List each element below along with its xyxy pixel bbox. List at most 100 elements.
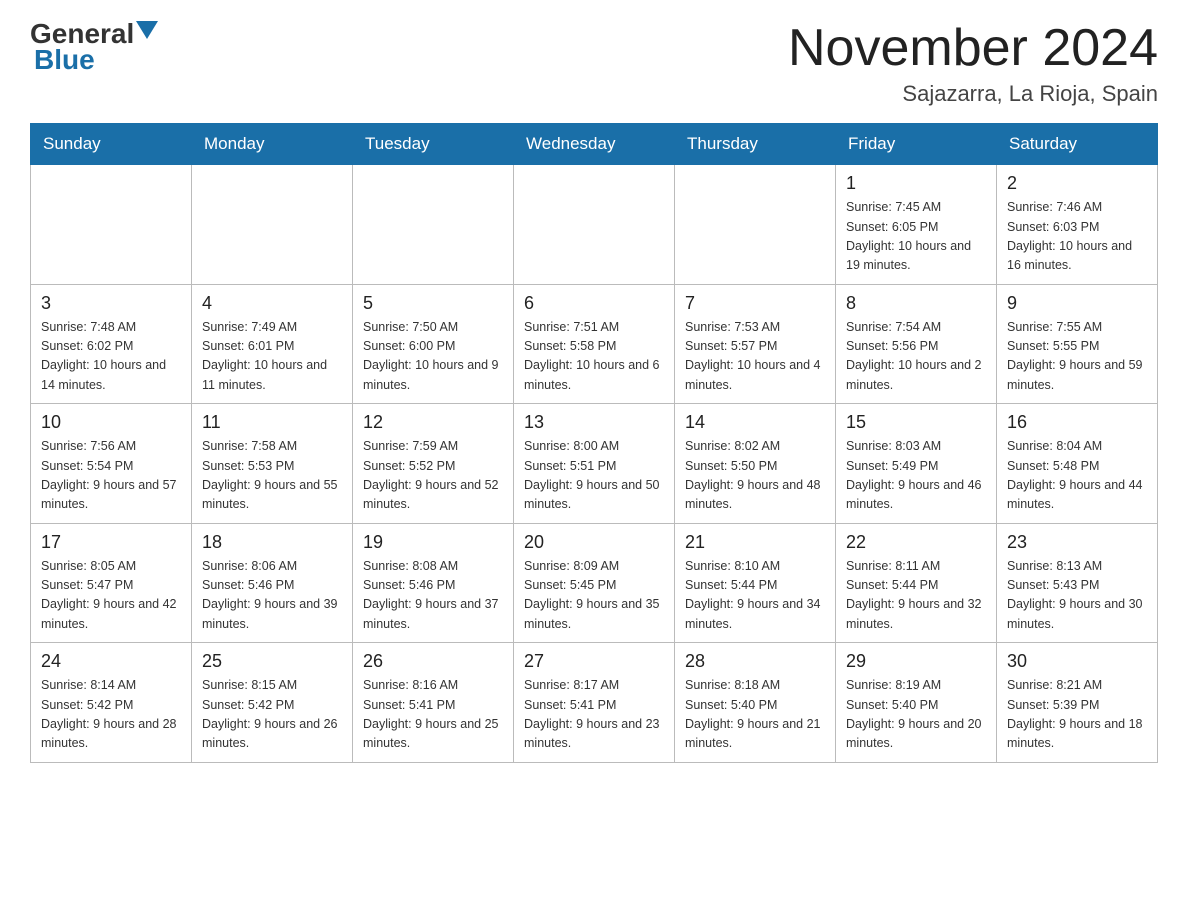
day-number: 25 xyxy=(202,651,342,672)
week-row-5: 24Sunrise: 8:14 AM Sunset: 5:42 PM Dayli… xyxy=(31,643,1158,763)
day-info: Sunrise: 8:15 AM Sunset: 5:42 PM Dayligh… xyxy=(202,676,342,754)
title-section: November 2024 Sajazarra, La Rioja, Spain xyxy=(788,20,1158,107)
day-number: 1 xyxy=(846,173,986,194)
day-number: 2 xyxy=(1007,173,1147,194)
day-info: Sunrise: 8:16 AM Sunset: 5:41 PM Dayligh… xyxy=(363,676,503,754)
day-info: Sunrise: 8:11 AM Sunset: 5:44 PM Dayligh… xyxy=(846,557,986,635)
week-row-4: 17 Sunrise: 8:05 AM Sunset: 5:47 PM Dayli… xyxy=(31,523,1158,643)
calendar-cell: 25 Sunrise: 8:15 AM Sunset: 5:42 PM Dayli… xyxy=(192,643,353,763)
day-info: Sunrise: 8:04 AM Sunset: 5:48 PM Dayligh… xyxy=(1007,437,1147,515)
calendar-cell: 2 Sunrise: 7:46 AM Sunset: 6:03 PM Daylig… xyxy=(997,165,1158,285)
calendar-table: Sunday Monday Tuesday Wednesday Thursday… xyxy=(30,123,1158,763)
calendar-cell xyxy=(514,165,675,285)
calendar-cell: 28 Sunrise: 8:18 AM Sunset: 5:40 PM Dayli… xyxy=(675,643,836,763)
day-number: 14 xyxy=(685,412,825,433)
day-number: 29 xyxy=(846,651,986,672)
day-info: Sunrise: 7:51 AM Sunset: 5:58 PM Dayligh… xyxy=(524,318,664,396)
calendar-cell: 20Sunrise: 8:09 AM Sunset: 5:45 PM Dayli… xyxy=(514,523,675,643)
col-monday: Monday xyxy=(192,124,353,165)
day-info: Sunrise: 7:49 AM Sunset: 6:01 PM Dayligh… xyxy=(202,318,342,396)
day-info: Sunrise: 8:10 AM Sunset: 5:44 PM Dayligh… xyxy=(685,557,825,635)
calendar-location: Sajazarra, La Rioja, Spain xyxy=(788,81,1158,107)
col-tuesday: Tuesday xyxy=(353,124,514,165)
col-wednesday: Wednesday xyxy=(514,124,675,165)
day-info: Sunrise: 8:05 AM Sunset: 5:47 PM Dayligh… xyxy=(41,557,181,635)
col-saturday: Saturday xyxy=(997,124,1158,165)
day-number: 16 xyxy=(1007,412,1147,433)
calendar-cell xyxy=(353,165,514,285)
day-number: 18 xyxy=(202,532,342,553)
day-info: Sunrise: 7:48 AM Sunset: 6:02 PM Dayligh… xyxy=(41,318,181,396)
logo: General Blue xyxy=(30,20,158,76)
day-info: Sunrise: 7:56 AM Sunset: 5:54 PM Dayligh… xyxy=(41,437,181,515)
day-number: 12 xyxy=(363,412,503,433)
calendar-cell: 30Sunrise: 8:21 AM Sunset: 5:39 PM Dayli… xyxy=(997,643,1158,763)
day-info: Sunrise: 8:18 AM Sunset: 5:40 PM Dayligh… xyxy=(685,676,825,754)
day-info: Sunrise: 8:14 AM Sunset: 5:42 PM Dayligh… xyxy=(41,676,181,754)
calendar-cell xyxy=(675,165,836,285)
calendar-cell: 1 Sunrise: 7:45 AM Sunset: 6:05 PM Daylig… xyxy=(836,165,997,285)
calendar-cell: 18 Sunrise: 8:06 AM Sunset: 5:46 PM Dayli… xyxy=(192,523,353,643)
calendar-cell: 13Sunrise: 8:00 AM Sunset: 5:51 PM Dayli… xyxy=(514,404,675,524)
day-number: 11 xyxy=(202,412,342,433)
day-number: 21 xyxy=(685,532,825,553)
day-number: 7 xyxy=(685,293,825,314)
day-info: Sunrise: 8:02 AM Sunset: 5:50 PM Dayligh… xyxy=(685,437,825,515)
day-number: 27 xyxy=(524,651,664,672)
day-info: Sunrise: 7:58 AM Sunset: 5:53 PM Dayligh… xyxy=(202,437,342,515)
calendar-cell: 22 Sunrise: 8:11 AM Sunset: 5:44 PM Dayli… xyxy=(836,523,997,643)
calendar-title: November 2024 xyxy=(788,20,1158,77)
calendar-cell: 15Sunrise: 8:03 AM Sunset: 5:49 PM Dayli… xyxy=(836,404,997,524)
day-info: Sunrise: 7:46 AM Sunset: 6:03 PM Dayligh… xyxy=(1007,198,1147,276)
day-info: Sunrise: 7:50 AM Sunset: 6:00 PM Dayligh… xyxy=(363,318,503,396)
day-info: Sunrise: 8:13 AM Sunset: 5:43 PM Dayligh… xyxy=(1007,557,1147,635)
col-friday: Friday xyxy=(836,124,997,165)
calendar-cell: 21 Sunrise: 8:10 AM Sunset: 5:44 PM Dayli… xyxy=(675,523,836,643)
calendar-cell xyxy=(31,165,192,285)
day-info: Sunrise: 7:59 AM Sunset: 5:52 PM Dayligh… xyxy=(363,437,503,515)
calendar-cell: 5 Sunrise: 7:50 AM Sunset: 6:00 PM Daylig… xyxy=(353,284,514,404)
day-number: 5 xyxy=(363,293,503,314)
day-number: 23 xyxy=(1007,532,1147,553)
calendar-cell: 3 Sunrise: 7:48 AM Sunset: 6:02 PM Daylig… xyxy=(31,284,192,404)
calendar-cell: 4 Sunrise: 7:49 AM Sunset: 6:01 PM Daylig… xyxy=(192,284,353,404)
page-header: General Blue November 2024 Sajazarra, La… xyxy=(30,20,1158,107)
calendar-cell: 8 Sunrise: 7:54 AM Sunset: 5:56 PM Daylig… xyxy=(836,284,997,404)
day-info: Sunrise: 7:54 AM Sunset: 5:56 PM Dayligh… xyxy=(846,318,986,396)
calendar-cell: 17 Sunrise: 8:05 AM Sunset: 5:47 PM Dayli… xyxy=(31,523,192,643)
day-number: 17 xyxy=(41,532,181,553)
day-info: Sunrise: 8:09 AM Sunset: 5:45 PM Dayligh… xyxy=(524,557,664,635)
day-info: Sunrise: 8:08 AM Sunset: 5:46 PM Dayligh… xyxy=(363,557,503,635)
day-number: 10 xyxy=(41,412,181,433)
day-number: 15 xyxy=(846,412,986,433)
calendar-cell: 29 Sunrise: 8:19 AM Sunset: 5:40 PM Dayli… xyxy=(836,643,997,763)
calendar-cell: 27 Sunrise: 8:17 AM Sunset: 5:41 PM Dayli… xyxy=(514,643,675,763)
col-thursday: Thursday xyxy=(675,124,836,165)
day-info: Sunrise: 8:06 AM Sunset: 5:46 PM Dayligh… xyxy=(202,557,342,635)
day-info: Sunrise: 8:21 AM Sunset: 5:39 PM Dayligh… xyxy=(1007,676,1147,754)
day-number: 6 xyxy=(524,293,664,314)
calendar-cell: 9Sunrise: 7:55 AM Sunset: 5:55 PM Daylig… xyxy=(997,284,1158,404)
day-number: 8 xyxy=(846,293,986,314)
col-sunday: Sunday xyxy=(31,124,192,165)
day-number: 4 xyxy=(202,293,342,314)
day-number: 22 xyxy=(846,532,986,553)
calendar-cell: 6 Sunrise: 7:51 AM Sunset: 5:58 PM Daylig… xyxy=(514,284,675,404)
calendar-cell: 23 Sunrise: 8:13 AM Sunset: 5:43 PM Dayli… xyxy=(997,523,1158,643)
calendar-cell xyxy=(192,165,353,285)
day-info: Sunrise: 7:45 AM Sunset: 6:05 PM Dayligh… xyxy=(846,198,986,276)
calendar-cell: 26Sunrise: 8:16 AM Sunset: 5:41 PM Dayli… xyxy=(353,643,514,763)
day-info: Sunrise: 7:53 AM Sunset: 5:57 PM Dayligh… xyxy=(685,318,825,396)
day-number: 9 xyxy=(1007,293,1147,314)
calendar-cell: 7 Sunrise: 7:53 AM Sunset: 5:57 PM Daylig… xyxy=(675,284,836,404)
calendar-cell: 12 Sunrise: 7:59 AM Sunset: 5:52 PM Dayli… xyxy=(353,404,514,524)
calendar-cell: 11 Sunrise: 7:58 AM Sunset: 5:53 PM Dayli… xyxy=(192,404,353,524)
day-number: 28 xyxy=(685,651,825,672)
day-info: Sunrise: 8:19 AM Sunset: 5:40 PM Dayligh… xyxy=(846,676,986,754)
logo-blue: Blue xyxy=(34,44,95,76)
day-number: 3 xyxy=(41,293,181,314)
week-row-3: 10 Sunrise: 7:56 AM Sunset: 5:54 PM Dayli… xyxy=(31,404,1158,524)
day-info: Sunrise: 8:17 AM Sunset: 5:41 PM Dayligh… xyxy=(524,676,664,754)
day-info: Sunrise: 8:00 AM Sunset: 5:51 PM Dayligh… xyxy=(524,437,664,515)
calendar-cell: 14 Sunrise: 8:02 AM Sunset: 5:50 PM Dayli… xyxy=(675,404,836,524)
